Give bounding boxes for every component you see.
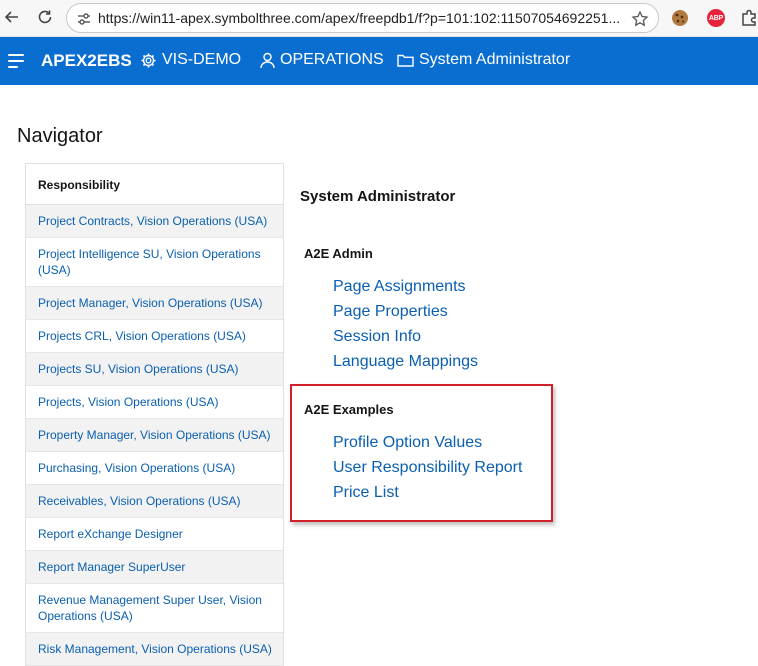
app-title[interactable]: APEX2EBS — [41, 51, 132, 71]
bookmark-star-icon[interactable] — [630, 9, 650, 29]
responsibility-header: Responsibility — [26, 164, 283, 205]
responsibility-list: Responsibility Project Contracts, Vision… — [25, 163, 284, 666]
link-page-assignments[interactable]: Page Assignments — [333, 278, 466, 296]
user-menu[interactable]: OPERATIONS — [260, 51, 384, 69]
responsibility-row[interactable]: Project Contracts, Vision Operations (US… — [26, 205, 283, 238]
page-title: Navigator — [17, 125, 103, 147]
responsibility-row[interactable]: Risk Management, Vision Operations (USA) — [26, 633, 283, 666]
extensions-puzzle-icon[interactable] — [738, 7, 758, 29]
address-bar[interactable]: https://win11-apex.symbolthree.com/apex/… — [66, 3, 659, 33]
responsibility-row[interactable]: Purchasing, Vision Operations (USA) — [26, 452, 283, 485]
instance-label: VIS-DEMO — [162, 51, 242, 68]
user-label: OPERATIONS — [280, 51, 384, 68]
gear-icon — [140, 52, 157, 69]
cookie-extension-icon[interactable] — [669, 7, 691, 29]
browser-toolbar: https://win11-apex.symbolthree.com/apex/… — [0, 0, 758, 37]
responsibility-row[interactable]: Project Intelligence SU, Vision Operatio… — [26, 238, 283, 287]
app-header: APEX2EBS VIS-DEMO OPERATIONS System Admi… — [0, 37, 758, 85]
responsibility-row[interactable]: Projects, Vision Operations (USA) — [26, 386, 283, 419]
site-settings-icon[interactable] — [76, 11, 92, 27]
responsibility-row[interactable]: Projects CRL, Vision Operations (USA) — [26, 320, 283, 353]
responsibility-row[interactable]: Receivables, Vision Operations (USA) — [26, 485, 283, 518]
highlight-annotation-box — [290, 384, 553, 522]
responsibility-label: System Administrator — [419, 51, 571, 68]
link-language-mappings[interactable]: Language Mappings — [333, 353, 478, 371]
responsibility-menu[interactable]: System Administrator — [397, 51, 570, 69]
responsibility-row[interactable]: Revenue Management Super User, Vision Op… — [26, 584, 283, 633]
responsibility-row[interactable]: Report eXchange Designer — [26, 518, 283, 551]
responsibility-row[interactable]: Project Manager, Vision Operations (USA) — [26, 287, 283, 320]
menu-toggle-icon[interactable] — [6, 51, 28, 71]
link-session-info[interactable]: Session Info — [333, 328, 421, 346]
url-text[interactable]: https://win11-apex.symbolthree.com/apex/… — [98, 10, 626, 26]
responsibility-row[interactable]: Report Manager SuperUser — [26, 551, 283, 584]
responsibility-row[interactable]: Projects SU, Vision Operations (USA) — [26, 353, 283, 386]
back-arrow-icon[interactable] — [0, 5, 24, 29]
group-title-a2e-admin: A2E Admin — [304, 246, 373, 261]
menu-section-title: System Administrator — [300, 188, 456, 205]
user-icon — [260, 52, 275, 69]
folder-icon — [397, 53, 414, 68]
responsibility-row[interactable]: Property Manager, Vision Operations (USA… — [26, 419, 283, 452]
reload-icon[interactable] — [33, 5, 57, 29]
instance-menu[interactable]: VIS-DEMO — [140, 51, 241, 69]
link-page-properties[interactable]: Page Properties — [333, 303, 448, 321]
adblock-extension-icon[interactable]: ABP — [705, 7, 727, 29]
